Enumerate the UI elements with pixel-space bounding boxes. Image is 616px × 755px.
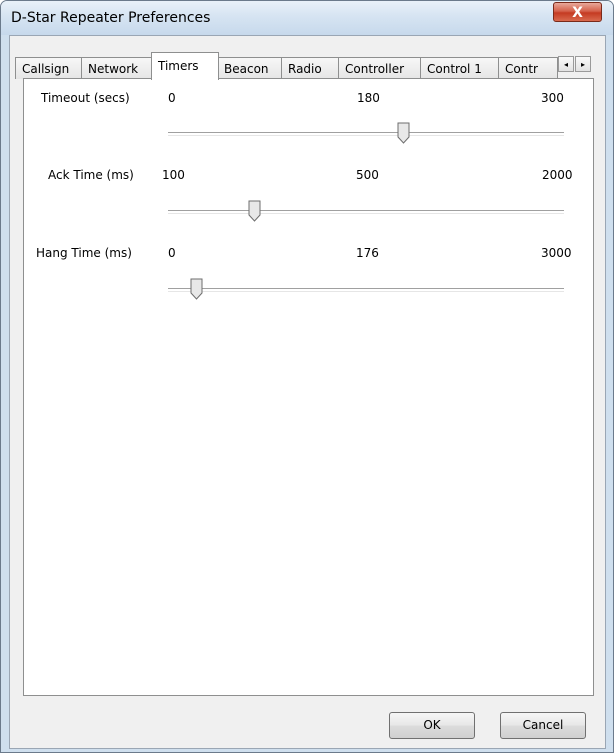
hang-time-slider-thumb[interactable] xyxy=(190,278,203,300)
title-bar: D-Star Repeater Preferences X xyxy=(1,1,613,35)
tab-label: Control 1 xyxy=(427,62,482,76)
ack-time-slider-track[interactable] xyxy=(168,210,564,214)
hang-time-label: Hang Time (ms) xyxy=(36,246,132,260)
ack-time-min: 100 xyxy=(162,168,185,182)
tab-label: Radio xyxy=(288,62,322,76)
tab-scroll-left-button[interactable]: ◂ xyxy=(558,56,574,72)
tab-beacon[interactable]: Beacon xyxy=(217,57,283,79)
timeout-slider-track[interactable] xyxy=(168,132,564,136)
tab-label: Beacon xyxy=(224,62,269,76)
timeout-value: 180 xyxy=(357,91,380,105)
hang-time-max: 3000 xyxy=(541,246,572,260)
cancel-button-label: Cancel xyxy=(522,718,564,732)
ok-button-label: OK xyxy=(423,718,441,732)
arrow-left-icon: ◂ xyxy=(563,60,568,69)
tab-controller[interactable]: Controller xyxy=(338,57,422,79)
timeout-max: 300 xyxy=(541,91,564,105)
tab-label: Controller xyxy=(345,62,405,76)
close-icon: X xyxy=(572,5,583,21)
window-title: D-Star Repeater Preferences xyxy=(11,10,211,26)
cancel-button[interactable]: Cancel xyxy=(500,712,586,739)
timeout-slider-thumb[interactable] xyxy=(397,122,410,144)
tab-control-2[interactable]: Contr xyxy=(498,57,558,79)
tab-label: Callsign xyxy=(22,62,70,76)
tab-timers[interactable]: Timers xyxy=(151,52,219,80)
ack-time-max: 2000 xyxy=(542,168,573,182)
close-button[interactable]: X xyxy=(553,2,602,22)
ack-time-slider-thumb[interactable] xyxy=(248,200,261,222)
tab-scroll-right-button[interactable]: ▸ xyxy=(575,56,591,72)
tab-label: Network xyxy=(88,62,139,76)
hang-time-value: 176 xyxy=(356,246,379,260)
arrow-right-icon: ▸ xyxy=(580,60,585,69)
tab-control-1[interactable]: Control 1 xyxy=(420,57,500,79)
timeout-label: Timeout (secs) xyxy=(41,91,130,105)
timeout-min: 0 xyxy=(168,91,176,105)
ok-button[interactable]: OK xyxy=(389,712,475,739)
tab-callsign[interactable]: Callsign xyxy=(15,57,83,79)
tab-label: Contr xyxy=(505,62,538,76)
tab-radio[interactable]: Radio xyxy=(281,57,340,79)
tab-label: Timers xyxy=(158,59,199,73)
hang-time-slider-track[interactable] xyxy=(168,288,564,292)
ack-time-value: 500 xyxy=(356,168,379,182)
tab-network[interactable]: Network xyxy=(81,57,153,79)
ack-time-label: Ack Time (ms) xyxy=(48,168,134,182)
hang-time-min: 0 xyxy=(168,246,176,260)
tab-bar: Callsign Network Timers Beacon Radio Con… xyxy=(15,51,609,80)
